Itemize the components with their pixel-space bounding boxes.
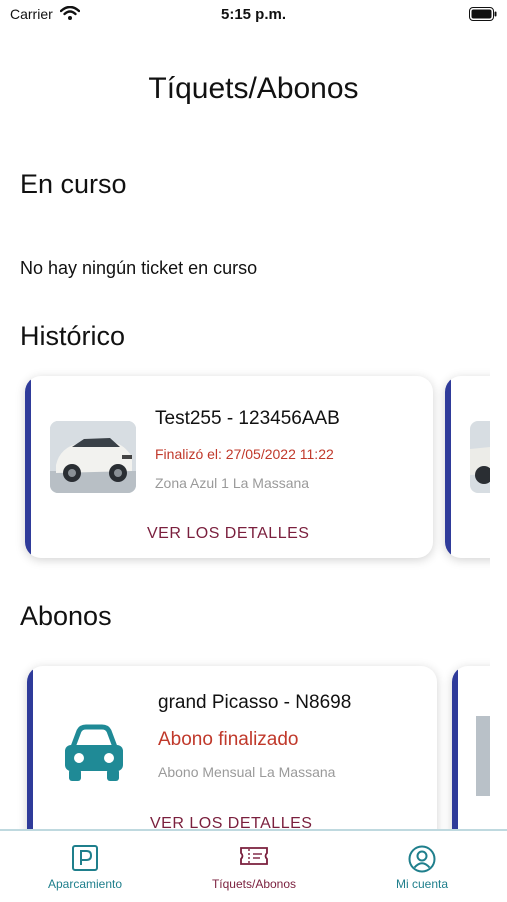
ticket-icon xyxy=(239,845,269,872)
car-thumbnail xyxy=(50,421,136,493)
view-details-link[interactable]: VER LOS DETALLES xyxy=(150,815,312,830)
section-heading-abonos: Abonos xyxy=(20,601,112,631)
car-thumbnail xyxy=(470,421,490,493)
tab-tiquets-abonos[interactable]: Tíquets/Abonos xyxy=(169,831,339,902)
abono-card[interactable]: grand Picasso - N8698 Abono finalizado A… xyxy=(27,666,437,830)
historico-carousel[interactable]: Test255 - 123456AAB Finalizó el: 27/05/2… xyxy=(0,368,490,574)
abono-title: grand Picasso - N8698 xyxy=(158,692,352,713)
tab-label: Mi cuenta xyxy=(395,877,449,891)
battery-icon xyxy=(469,7,497,26)
status-time: 5:15 p.m. xyxy=(220,6,287,23)
user-icon xyxy=(408,845,436,878)
card-accent-bar xyxy=(452,666,458,830)
tab-label: Tíquets/Abonos xyxy=(211,877,297,891)
parking-icon xyxy=(72,845,98,876)
section-heading-historico: Histórico xyxy=(20,321,126,351)
ticket-status: Finalizó el: 27/05/2022 11:22 xyxy=(155,446,334,462)
tab-mi-cuenta[interactable]: Mi cuenta xyxy=(337,831,507,902)
ticket-zone: Zona Azul 1 La Massana xyxy=(155,475,310,491)
abono-card-next[interactable] xyxy=(452,666,490,830)
card-accent-bar xyxy=(445,376,451,558)
tab-bar: Aparcamiento Tíquets/Abonos Mi cuenta xyxy=(0,829,507,902)
car-icon xyxy=(61,723,127,790)
section-heading-en-curso: En curso xyxy=(20,169,127,199)
card-accent-bar xyxy=(25,376,31,558)
card-accent-bar xyxy=(27,666,33,830)
tab-label: Aparcamiento xyxy=(47,877,123,891)
ticket-card[interactable]: Test255 - 123456AAB Finalizó el: 27/05/2… xyxy=(25,376,433,558)
status-bar: Carrier 5:15 p.m. xyxy=(0,0,507,30)
ticket-card-next[interactable] xyxy=(445,376,490,558)
abono-status: Abono finalizado xyxy=(158,729,299,750)
page-title: Tíquets/Abonos xyxy=(148,72,359,105)
view-details-link[interactable]: VER LOS DETALLES xyxy=(147,525,309,543)
empty-state-message: No hay ningún ticket en curso xyxy=(20,258,258,278)
ticket-title: Test255 - 123456AAB xyxy=(155,408,340,429)
abono-zone: Abono Mensual La Massana xyxy=(158,764,336,780)
tab-aparcamiento[interactable]: Aparcamiento xyxy=(0,831,170,902)
abonos-carousel[interactable]: grand Picasso - N8698 Abono finalizado A… xyxy=(0,658,490,830)
car-thumbnail xyxy=(476,716,490,796)
